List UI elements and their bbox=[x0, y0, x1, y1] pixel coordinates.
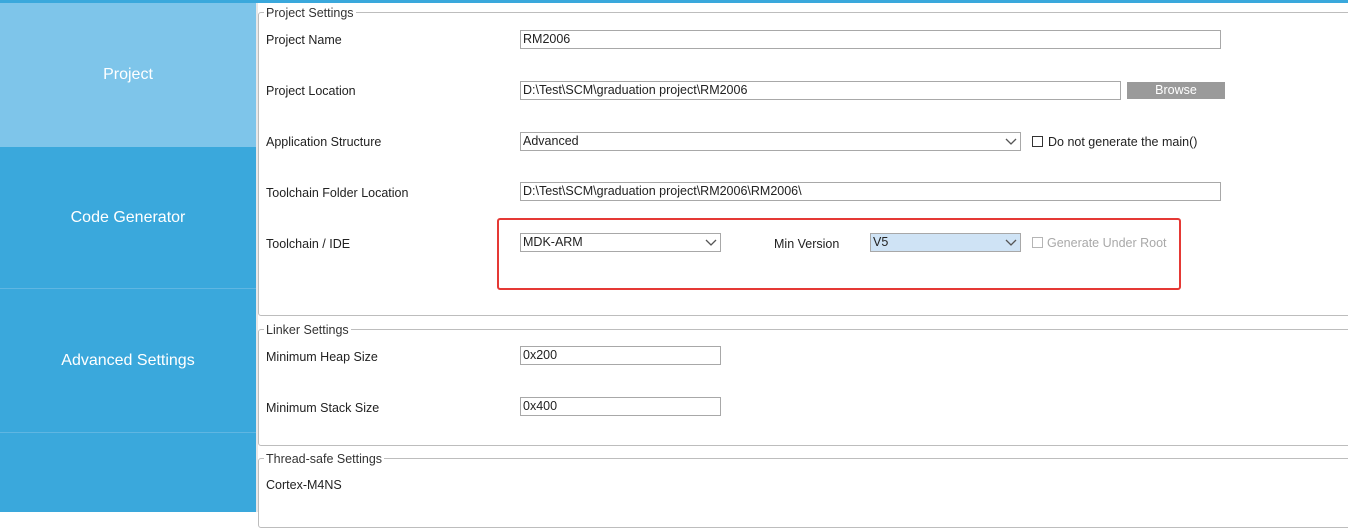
thread-safe-settings-legend: Thread-safe Settings bbox=[264, 452, 385, 466]
sidebar-item-advanced-settings[interactable]: Advanced Settings bbox=[0, 289, 256, 432]
toolchain-folder-label: Toolchain Folder Location bbox=[266, 186, 409, 200]
toolchain-folder-field[interactable]: D:\Test\SCM\graduation project\RM2006\RM… bbox=[520, 182, 1221, 201]
sidebar: Project Code Generator Advanced Settings bbox=[0, 3, 256, 512]
do-not-generate-main-label: Do not generate the main() bbox=[1048, 135, 1198, 149]
project-location-field[interactable]: D:\Test\SCM\graduation project\RM2006 bbox=[520, 81, 1121, 100]
sidebar-item-label: Advanced Settings bbox=[61, 351, 195, 369]
project-settings-legend: Project Settings bbox=[264, 6, 356, 20]
project-name-field[interactable]: RM2006 bbox=[520, 30, 1221, 49]
thread-safe-settings-group bbox=[258, 458, 1348, 528]
application-structure-label: Application Structure bbox=[266, 135, 382, 149]
core-label: Cortex-M4NS bbox=[266, 478, 342, 492]
toolchain-ide-label: Toolchain / IDE bbox=[266, 237, 351, 251]
linker-settings-group bbox=[258, 329, 1348, 446]
sidebar-item-extra[interactable] bbox=[0, 433, 256, 512]
project-location-label: Project Location bbox=[266, 84, 356, 98]
linker-settings-legend: Linker Settings bbox=[264, 323, 351, 337]
minimum-heap-size-field[interactable]: 0x200 bbox=[520, 346, 721, 365]
sidebar-item-label: Code Generator bbox=[70, 208, 186, 226]
browse-button[interactable]: Browse bbox=[1127, 82, 1225, 99]
do-not-generate-main-checkbox[interactable] bbox=[1032, 136, 1043, 147]
sidebar-item-project[interactable]: Project bbox=[0, 3, 256, 147]
application-structure-value: Advanced bbox=[523, 134, 579, 148]
project-name-label: Project Name bbox=[266, 33, 342, 47]
minimum-stack-size-label: Minimum Stack Size bbox=[266, 401, 380, 415]
sidebar-item-code-generator[interactable]: Code Generator bbox=[0, 147, 256, 288]
minimum-stack-size-field[interactable]: 0x400 bbox=[520, 397, 721, 416]
application-structure-select[interactable]: Advanced bbox=[520, 132, 1021, 151]
minimum-heap-size-label: Minimum Heap Size bbox=[266, 350, 378, 364]
sidebar-item-label: Project bbox=[103, 66, 153, 83]
highlight-annotation-box bbox=[497, 218, 1181, 290]
chevron-down-icon bbox=[1005, 138, 1017, 145]
